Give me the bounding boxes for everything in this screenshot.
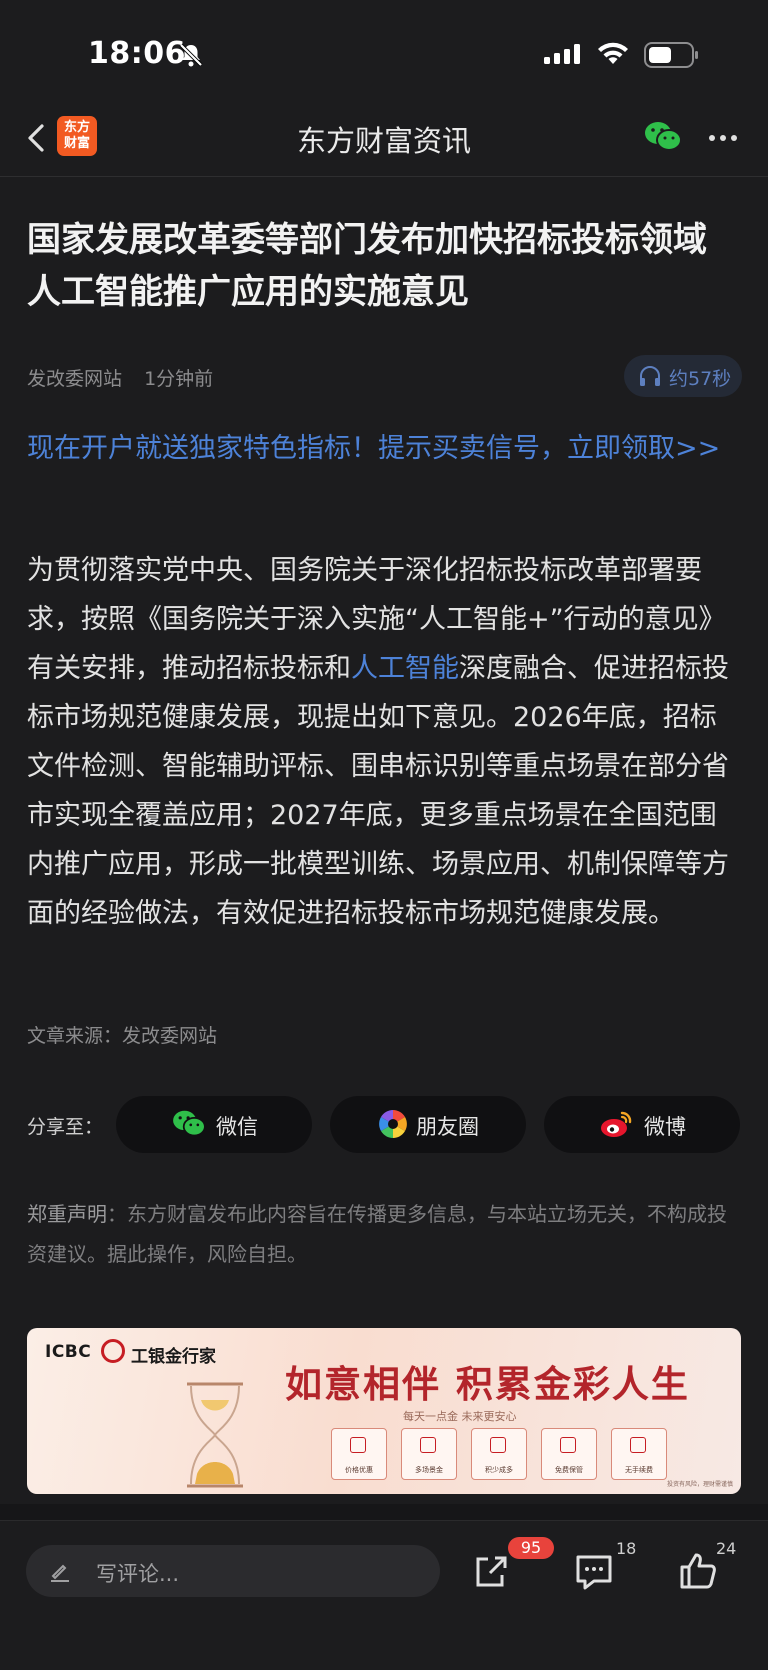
ad-feature: 价格优惠: [331, 1428, 387, 1480]
share-weibo-label: 微博: [644, 1115, 686, 1139]
ai-keyword-link[interactable]: 人工智能: [351, 653, 459, 684]
ad-feature: 无手续费: [611, 1428, 667, 1480]
ad-banner[interactable]: ICBC 工银金行家 如意相伴 积累金彩人生 每天一点金 未来更安心 价格优惠 …: [27, 1328, 741, 1494]
disclaimer-heading: 郑重声明: [27, 1202, 107, 1226]
more-options-icon[interactable]: [708, 134, 738, 142]
article-meta: 发改委网站 1分钟前: [27, 364, 229, 391]
cellular-signal-icon: [544, 44, 580, 64]
article-time: 1分钟前: [144, 368, 214, 390]
ad-bank-name: ICBC: [45, 1342, 92, 1362]
article-source-line: 文章来源：发改委网站: [27, 1025, 218, 1047]
section-divider: [0, 1504, 768, 1520]
share-weibo-button[interactable]: 微博: [544, 1096, 740, 1153]
ad-feature: 多场景金: [401, 1428, 457, 1480]
icbc-logo-icon: [101, 1339, 125, 1363]
ad-feature: 免费保管: [541, 1428, 597, 1480]
ad-feature: 积少成多: [471, 1428, 527, 1480]
share-moments-button[interactable]: 朋友圈: [330, 1096, 526, 1153]
article-body: 为贯彻落实党中央、国务院关于深化招标投标改革部署要求，按照《国务院关于深入实施“…: [27, 546, 743, 938]
bell-off-icon: [179, 43, 203, 67]
share-wechat-label: 微信: [216, 1115, 258, 1139]
share-icon[interactable]: [468, 1549, 512, 1593]
audio-play-button[interactable]: 约57秒: [624, 355, 742, 397]
share-label: 分享至：: [27, 1116, 104, 1138]
pencil-icon: [51, 1564, 69, 1582]
wifi-icon: [598, 42, 628, 64]
battery-icon: [644, 42, 698, 68]
like-thumb-icon[interactable]: [676, 1549, 720, 1593]
status-bar: 18:06: [0, 0, 768, 100]
bottom-action-bar: 写评论... 95 18 24: [0, 1520, 768, 1670]
promo-link[interactable]: 现在开户就送独家特色指标！提示买卖信号，立即领取>>: [27, 424, 743, 474]
disclaimer-text: ：东方财富发布此内容旨在传播更多信息，与本站立场无关，不构成投资建议。据此操作，…: [27, 1202, 727, 1266]
nav-bar: 东方 财富 东方财富资讯: [0, 100, 768, 177]
comment-count: 18: [616, 1539, 637, 1558]
share-count-badge: 95: [508, 1537, 554, 1559]
comment-input[interactable]: 写评论...: [26, 1545, 440, 1597]
ad-slogan: 如意相伴 积累金彩人生: [285, 1362, 690, 1406]
weibo-icon: [601, 1111, 632, 1137]
moments-icon: [379, 1110, 407, 1138]
disclaimer: 郑重声明：东方财富发布此内容旨在传播更多信息，与本站立场无关，不构成投资建议。据…: [27, 1194, 743, 1274]
headphones-icon: [640, 366, 660, 386]
comment-placeholder: 写评论...: [96, 1562, 180, 1586]
status-time: 18:06: [88, 36, 186, 71]
share-moments-label: 朋友圈: [416, 1115, 479, 1139]
comment-icon[interactable]: [572, 1549, 616, 1593]
hourglass-illustration: [187, 1382, 243, 1488]
wechat-icon: [173, 1110, 206, 1137]
article-title: 国家发展改革委等部门发布加快招标投标领域人工智能推广应用的实施意见: [27, 220, 707, 312]
ad-feature-list: 价格优惠 多场景金 积少成多 免费保管 无手续费: [315, 1422, 695, 1484]
audio-duration: 约57秒: [669, 368, 732, 390]
ad-brand: 工银金行家: [131, 1347, 216, 1367]
share-wechat-button[interactable]: 微信: [116, 1096, 312, 1153]
like-count: 24: [716, 1539, 737, 1558]
ad-fine-print: 投资有风险，理财需谨慎: [666, 1481, 733, 1488]
article-source: 发改委网站: [27, 368, 123, 390]
wechat-share-icon[interactable]: [644, 120, 682, 154]
body-text-part-2: 深度融合、促进招标投标市场规范健康发展，现提出如下意见。2026年底，招标文件检…: [27, 653, 729, 929]
